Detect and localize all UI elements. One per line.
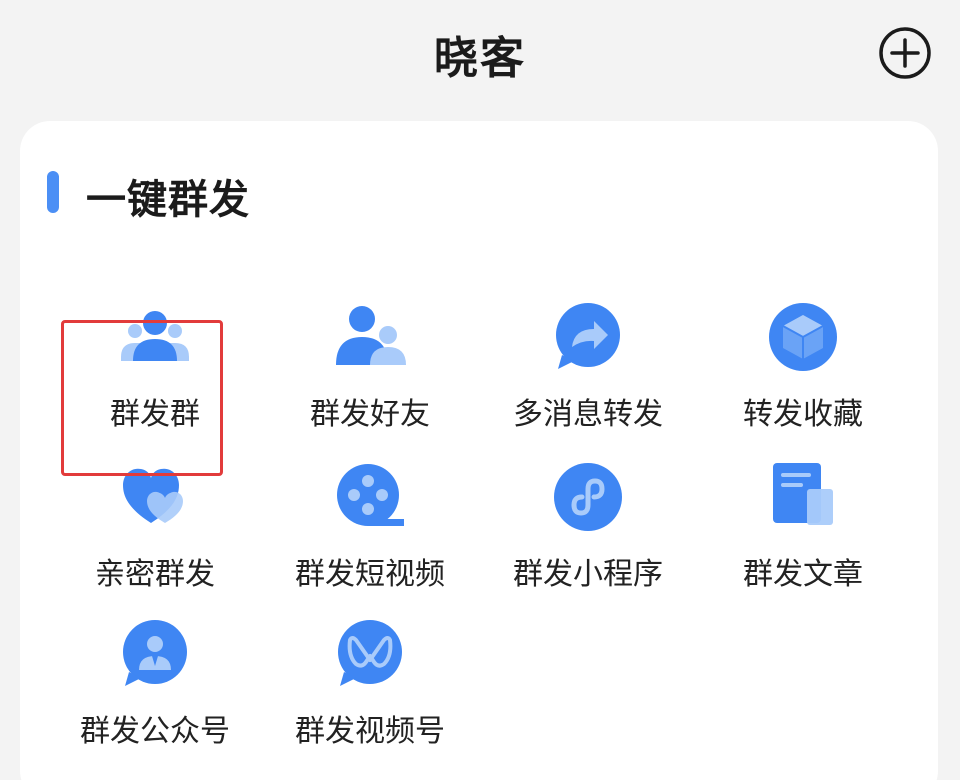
- grid-item-label: 群发短视频: [295, 557, 445, 592]
- grid-item-mass-send-friends[interactable]: 群发好友: [270, 301, 470, 451]
- grid-item-mass-send-mini-program[interactable]: 群发小程序: [488, 461, 688, 611]
- grid-item-label: 群发小程序: [513, 557, 663, 592]
- feature-card: 一键群发 群发群 群发好友 多消息转发 转发收藏 亲密群发 群发短视频 群发小程…: [20, 121, 938, 780]
- plus-circle-icon[interactable]: [878, 26, 932, 80]
- film-reel-icon: [337, 464, 404, 526]
- section-title: 一键群发: [86, 177, 250, 223]
- grid-item-label: 群发好友: [310, 397, 430, 432]
- friends-icon: [336, 306, 406, 365]
- page-title: 晓客: [434, 33, 526, 84]
- cube-icon: [769, 303, 837, 371]
- channels-icon: [338, 620, 402, 686]
- grid-item-mass-send-official-accounts[interactable]: 群发公众号: [55, 618, 255, 768]
- section-accent-bar: [47, 171, 59, 213]
- grid-item-mass-send-articles[interactable]: 群发文章: [703, 461, 903, 611]
- app-screen: 晓客 一键群发 群发群 群发好友 多消息转发 转发收藏 亲密群发 群发短视频 群…: [0, 0, 960, 780]
- group-icon: [121, 311, 189, 361]
- grid-item-mass-send-channels[interactable]: 群发视频号: [270, 618, 470, 768]
- official-account-icon: [123, 620, 187, 686]
- grid-item-mass-send-short-video[interactable]: 群发短视频: [270, 461, 470, 611]
- grid-item-label: 群发视频号: [295, 714, 445, 749]
- grid-item-mass-send-groups[interactable]: 群发群: [55, 301, 255, 451]
- mini-program-icon: [554, 463, 622, 531]
- grid-item-multi-message-forward[interactable]: 多消息转发: [488, 301, 688, 451]
- grid-item-label: 亲密群发: [95, 557, 215, 592]
- grid-item-label: 群发群: [110, 397, 200, 432]
- forward-bubble-icon: [556, 303, 620, 369]
- grid-item-label: 群发文章: [743, 557, 863, 592]
- header: 晓客: [0, 0, 960, 110]
- article-icon: [773, 463, 833, 525]
- grid-item-intimate-mass-send[interactable]: 亲密群发: [55, 461, 255, 611]
- grid-item-forward-favorites[interactable]: 转发收藏: [703, 301, 903, 451]
- hearts-icon: [123, 468, 183, 523]
- grid-item-label: 群发公众号: [80, 714, 230, 749]
- grid-item-label: 转发收藏: [743, 397, 863, 432]
- grid-item-label: 多消息转发: [513, 397, 663, 432]
